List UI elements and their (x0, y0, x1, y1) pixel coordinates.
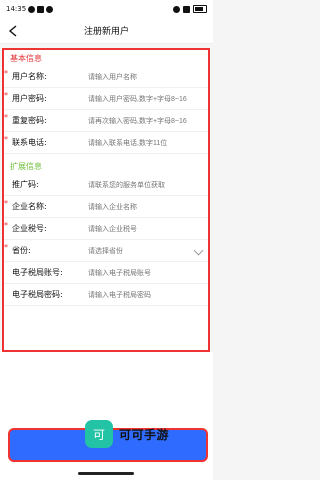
watermark-brand: 可可手游 (119, 427, 170, 442)
promo-code-input[interactable] (88, 178, 202, 192)
field-row-phone: * 联系电话: (4, 132, 208, 154)
field-label: 企业税号: (12, 224, 47, 233)
field-label: 电子税局账号: (12, 268, 63, 277)
signal-icon (183, 5, 190, 13)
field-label: 企业名称: (12, 202, 47, 211)
section-extended-info: 扩展信息 (4, 158, 208, 174)
repeat-password-input[interactable] (88, 114, 202, 128)
notification-icon (28, 5, 36, 13)
status-left: 14:35 (6, 5, 54, 13)
status-time: 14:35 (6, 5, 27, 13)
home-indicator (78, 472, 134, 475)
field-row-tax-id: * 企业税号: (4, 218, 208, 240)
field-row-etax-account: 电子税局账号: (4, 262, 208, 284)
field-row-username: * 用户名称: (4, 66, 208, 88)
required-marker: * (4, 221, 8, 230)
required-marker: * (4, 199, 8, 208)
section-title: 基本信息 (10, 53, 42, 63)
field-row-promo-code: 推广码: (4, 174, 208, 196)
field-label: 省份: (12, 246, 31, 255)
required-marker: * (4, 135, 8, 144)
logo-text: 可 (92, 427, 105, 442)
field-row-province[interactable]: * 省份: (4, 240, 208, 262)
phone-input[interactable] (88, 136, 202, 150)
etax-account-input[interactable] (88, 266, 202, 280)
required-marker: * (4, 243, 8, 252)
required-marker: * (4, 113, 8, 122)
field-label: 联系电话: (12, 138, 47, 147)
page-title: 注册新用户 (83, 27, 129, 37)
field-label: 电子税局密码: (12, 290, 63, 299)
wifi-icon (173, 5, 180, 13)
section-title: 扩展信息 (10, 161, 42, 171)
app-icon (37, 5, 45, 13)
tax-id-input[interactable] (88, 222, 202, 236)
battery-icon (193, 5, 207, 13)
status-right (173, 5, 207, 13)
back-button[interactable] (6, 23, 20, 39)
field-label: 用户密码: (12, 94, 47, 103)
field-label: 重复密码: (12, 116, 47, 125)
registration-form: 基本信息 * 用户名称: * 用户密码: * 重复密码: * 联系电话: 扩展信… (2, 48, 210, 352)
field-row-etax-password: 电子税局密码: (4, 284, 208, 306)
field-label: 用户名称: (12, 72, 47, 81)
company-name-input[interactable] (88, 200, 202, 214)
required-marker: * (4, 91, 8, 100)
field-row-company-name: * 企业名称: (4, 196, 208, 218)
field-row-repeat-password: * 重复密码: (4, 110, 208, 132)
etax-password-input[interactable] (88, 288, 202, 302)
watermark-logo: 可 (85, 420, 113, 448)
sync-icon (46, 5, 54, 13)
province-select[interactable] (88, 244, 202, 258)
watermark: 可 可可手游 (85, 420, 169, 448)
status-bar: 14:35 (0, 0, 213, 18)
required-marker: * (4, 69, 8, 78)
username-input[interactable] (88, 70, 202, 84)
section-basic-info: 基本信息 (4, 50, 208, 66)
password-input[interactable] (88, 92, 202, 106)
field-label: 推广码: (12, 180, 39, 189)
app-header: 注册新用户 (0, 18, 213, 44)
chevron-left-icon (8, 25, 17, 37)
field-row-password: * 用户密码: (4, 88, 208, 110)
